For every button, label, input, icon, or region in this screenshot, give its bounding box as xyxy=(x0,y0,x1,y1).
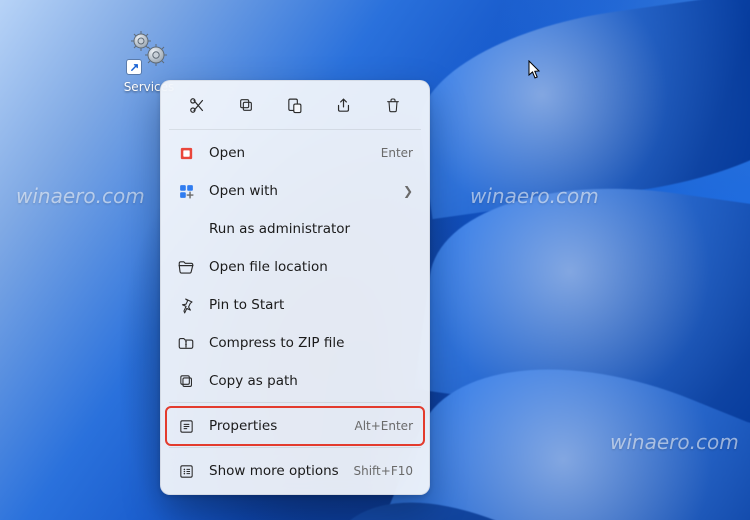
menu-item-label: Open xyxy=(209,145,367,161)
menu-item-label: Compress to ZIP file xyxy=(209,335,413,351)
watermark-text: winaero.com xyxy=(16,184,145,208)
menu-item-compress-zip[interactable]: Compress to ZIP file xyxy=(167,324,423,362)
services-icon xyxy=(125,28,173,76)
menu-item-show-more-options[interactable]: Show more options Shift+F10 xyxy=(167,452,423,490)
wallpaper-petal xyxy=(407,0,750,219)
menu-separator xyxy=(169,447,421,448)
more-options-icon xyxy=(177,462,195,480)
menu-item-label: Show more options xyxy=(209,463,339,479)
context-menu-toolbar xyxy=(167,87,423,127)
open-with-icon xyxy=(177,182,195,200)
paste-button[interactable] xyxy=(277,91,313,119)
menu-item-copy-as-path[interactable]: Copy as path xyxy=(167,362,423,400)
menu-item-label: Properties xyxy=(209,418,340,434)
copy-icon xyxy=(238,97,254,113)
copy-button[interactable] xyxy=(228,91,264,119)
menu-item-label: Pin to Start xyxy=(209,297,413,313)
menu-item-properties[interactable]: Properties Alt+Enter xyxy=(167,407,423,445)
menu-item-label: Open file location xyxy=(209,259,413,275)
menu-item-label: Open with xyxy=(209,183,389,199)
menu-item-run-as-admin[interactable]: Run as administrator xyxy=(167,210,423,248)
blank-icon xyxy=(177,220,195,238)
zip-icon xyxy=(177,334,195,352)
menu-item-accelerator: Enter xyxy=(381,146,413,160)
trash-icon xyxy=(385,97,401,113)
chevron-right-icon: ❯ xyxy=(403,184,413,198)
menu-separator xyxy=(169,129,421,130)
pin-icon xyxy=(177,296,195,314)
share-icon xyxy=(335,97,352,114)
menu-item-accelerator: Shift+F10 xyxy=(353,464,413,478)
menu-item-pin-to-start[interactable]: Pin to Start xyxy=(167,286,423,324)
scissors-icon xyxy=(189,97,206,114)
shortcut-arrow-icon xyxy=(127,60,141,74)
delete-button[interactable] xyxy=(375,91,411,119)
context-menu: Open Enter Open with ❯ Run as administra… xyxy=(160,80,430,495)
properties-icon xyxy=(177,417,195,435)
share-button[interactable] xyxy=(326,91,362,119)
menu-separator xyxy=(169,402,421,403)
windows-desktop[interactable]: winaero.com winaero.com winaero.com xyxy=(0,0,750,520)
menu-item-accelerator: Alt+Enter xyxy=(354,419,413,433)
menu-item-label: Copy as path xyxy=(209,373,413,389)
menu-item-open-file-location[interactable]: Open file location xyxy=(167,248,423,286)
copy-path-icon xyxy=(177,372,195,390)
menu-item-label: Run as administrator xyxy=(209,221,413,237)
paste-icon xyxy=(286,97,303,114)
menu-item-open[interactable]: Open Enter xyxy=(167,134,423,172)
folder-open-icon xyxy=(177,258,195,276)
cut-button[interactable] xyxy=(179,91,215,119)
menu-item-open-with[interactable]: Open with ❯ xyxy=(167,172,423,210)
open-icon xyxy=(177,144,195,162)
